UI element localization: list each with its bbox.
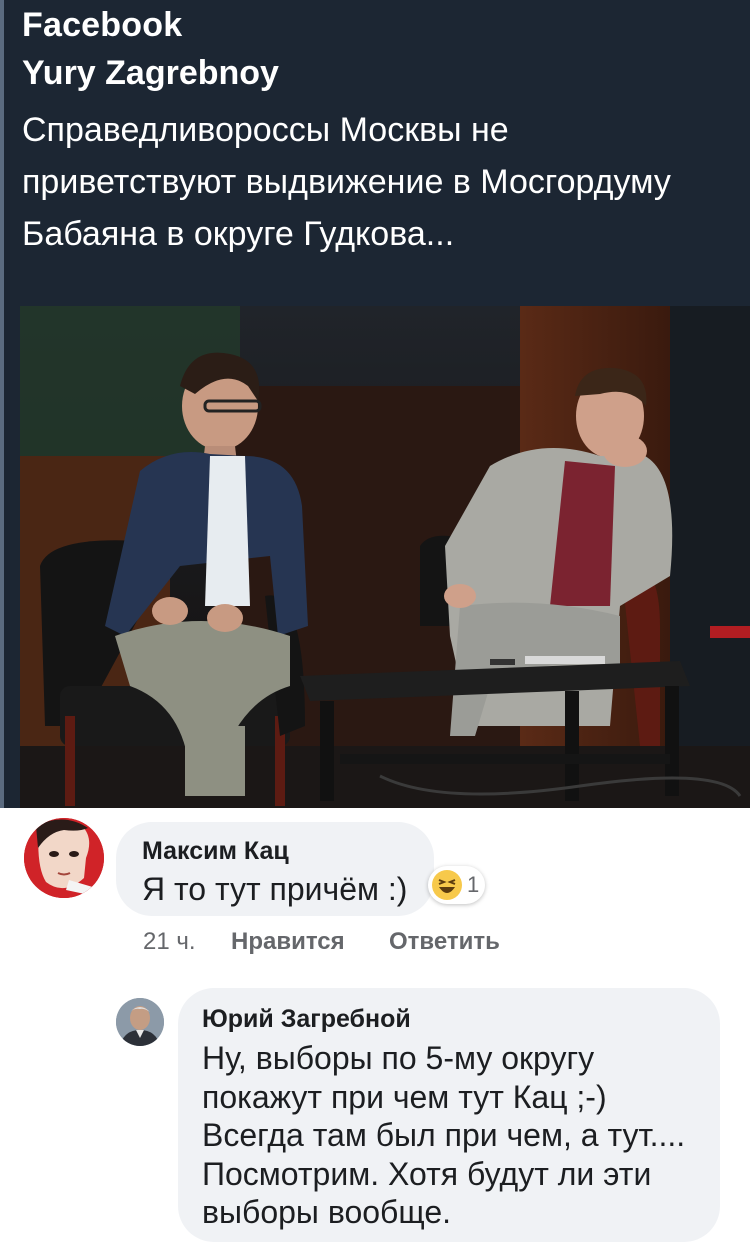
reply-text: Ну, выборы по 5-му округу покажут при че… bbox=[202, 1040, 686, 1230]
reply-avatar[interactable] bbox=[116, 998, 164, 1046]
like-link[interactable]: Нравится bbox=[231, 928, 345, 956]
commenter-avatar[interactable] bbox=[24, 818, 104, 898]
comment-text: Я то тут причём :) bbox=[142, 871, 408, 907]
reaction-count: 1 bbox=[467, 872, 480, 897]
reaction-badge[interactable]: 1 bbox=[428, 866, 486, 904]
preview-source: Facebook bbox=[22, 6, 183, 44]
reply-author[interactable]: Юрий Загребной bbox=[202, 1005, 411, 1034]
comment-author[interactable]: Максим Кац bbox=[142, 837, 289, 866]
cartoon-face-icon bbox=[24, 818, 104, 898]
preview-author: Yury Zagrebnoy bbox=[22, 54, 279, 92]
laughing-emoji-icon bbox=[432, 870, 462, 900]
quote-edge bbox=[0, 0, 4, 808]
comment-time[interactable]: 21 ч. bbox=[143, 928, 196, 956]
link-preview-card[interactable]: Facebook Yury Zagrebnoy Справедливороссы… bbox=[0, 0, 750, 808]
stage-photo-illustration bbox=[20, 306, 750, 808]
preview-text: Справедливороссы Москвы не приветствуют … bbox=[22, 111, 671, 253]
preview-photo[interactable] bbox=[20, 306, 750, 808]
reply-link[interactable]: Ответить bbox=[389, 928, 500, 956]
person-photo-icon bbox=[116, 998, 164, 1046]
